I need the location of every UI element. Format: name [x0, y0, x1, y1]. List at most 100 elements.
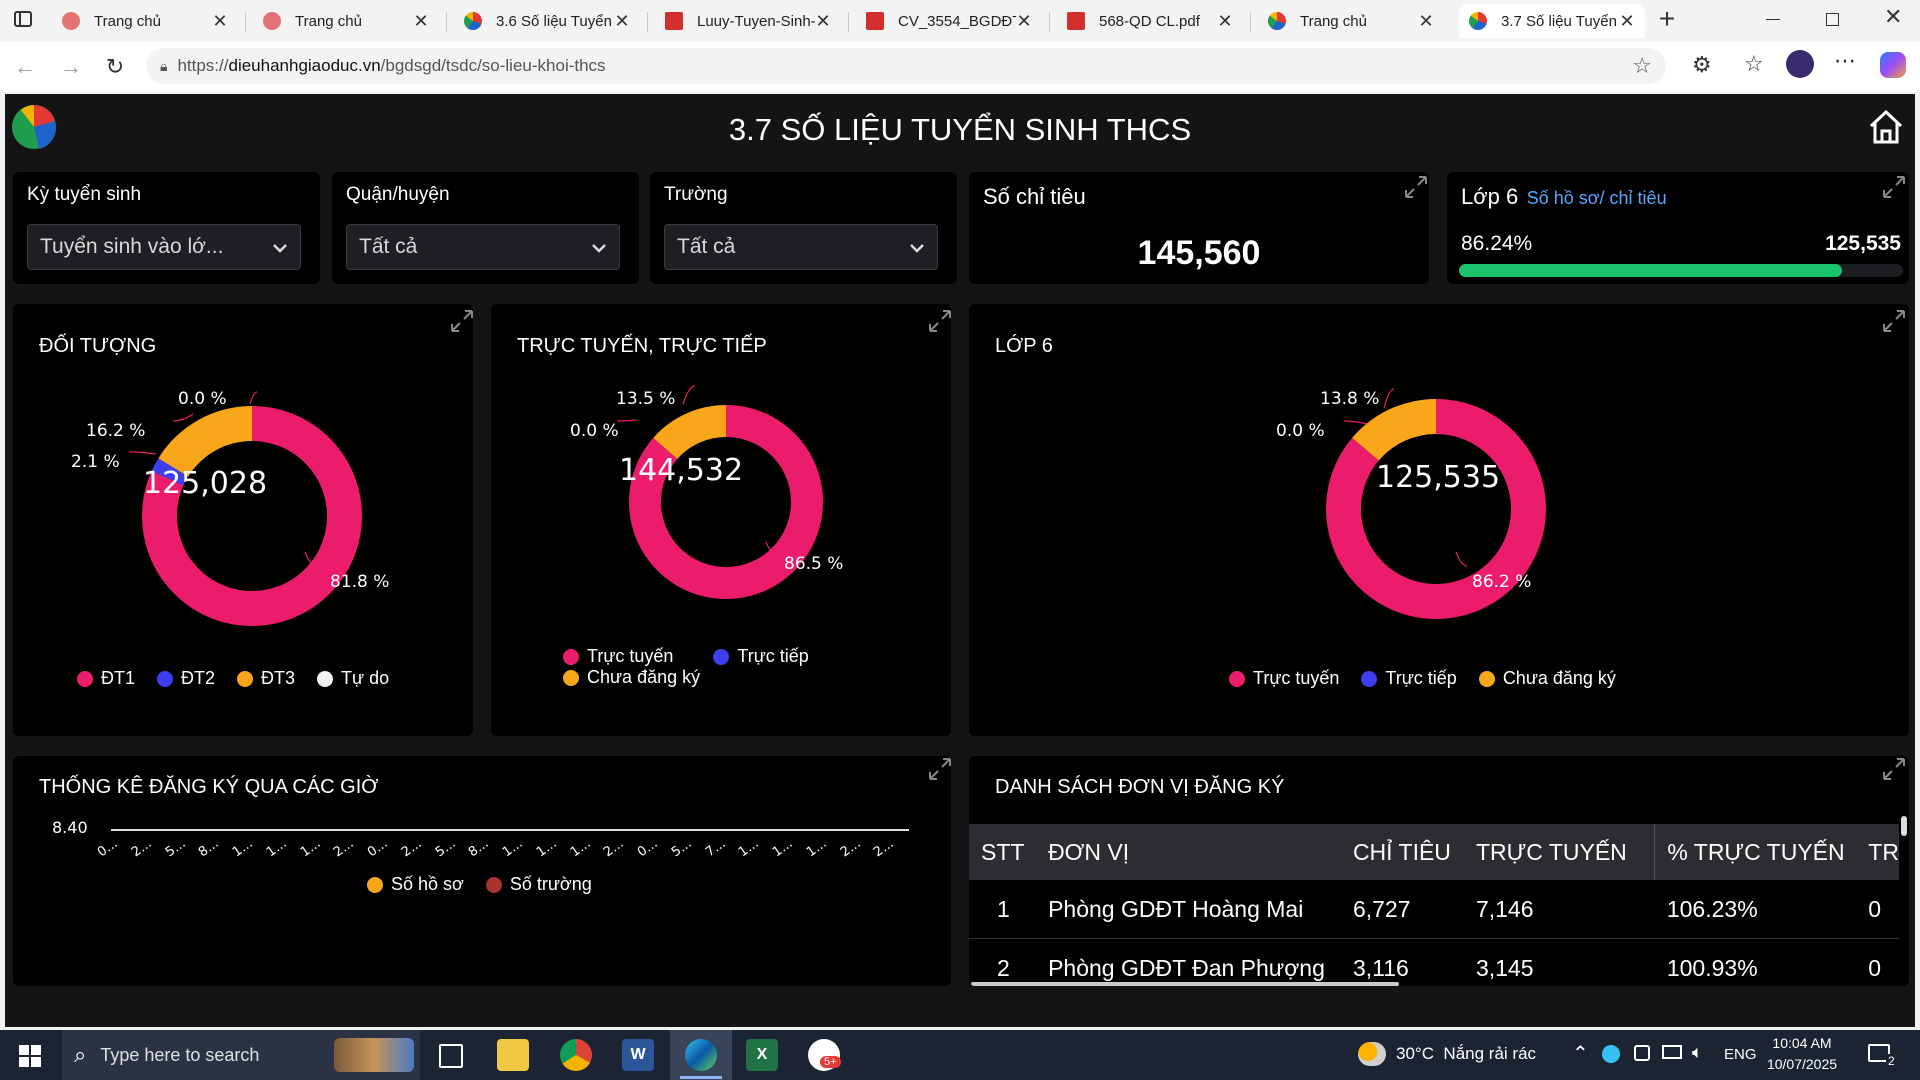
col-pct-truc-tuyen[interactable]: % TRỰC TUYẾN	[1654, 824, 1859, 880]
more-menu-icon[interactable]: ⋯	[1834, 48, 1856, 74]
browser-tab[interactable]: CV_3554_BGDĐT_✕	[856, 4, 1042, 38]
expand-icon[interactable]	[1881, 756, 1907, 782]
browser-tab[interactable]: 3.7 Số liệu Tuyển s ✕	[1459, 4, 1645, 38]
legend-item[interactable]: Số hồ sơ	[367, 874, 464, 895]
expand-icon[interactable]	[1403, 174, 1429, 200]
taskbar-search-box[interactable]: ⌕ Type here to search	[62, 1030, 420, 1080]
tab-title: 3.7 Số liệu Tuyển s	[1501, 12, 1619, 30]
legend-swatch	[1478, 670, 1495, 687]
home-icon[interactable]	[1867, 108, 1905, 146]
col-chi-tieu[interactable]: CHỈ TIÊU	[1352, 824, 1476, 880]
chrome-icon	[263, 12, 281, 30]
legend-item[interactable]: ĐT2	[157, 668, 215, 689]
slice-label: 0.0 %	[570, 421, 619, 441]
site-info-icon[interactable]: 🔒︎	[160, 58, 167, 75]
show-hidden-icons-icon[interactable]: ⌃	[1572, 1041, 1589, 1066]
legend-item[interactable]: ĐT1	[77, 668, 135, 689]
close-tab-icon[interactable]: ✕	[212, 11, 228, 32]
legend-swatch	[563, 648, 579, 665]
close-tab-icon[interactable]: ✕	[1016, 11, 1032, 32]
table-header-row: STT ĐƠN VỊ CHỈ TIÊU TRỰC TUYẾN % TRỰC TU…	[969, 824, 1899, 880]
clock-time[interactable]: 10:04 AM	[1764, 1035, 1840, 1051]
col-don-vi[interactable]: ĐƠN VỊ	[1048, 824, 1353, 880]
clock-date[interactable]: 10/07/2025	[1764, 1056, 1840, 1072]
excel-icon[interactable]: X	[746, 1039, 778, 1071]
close-window-button[interactable]: ✕	[1884, 4, 1902, 30]
legend-item[interactable]: Trực tuyến	[1229, 668, 1339, 689]
expand-icon[interactable]	[1881, 174, 1907, 200]
close-tab-icon[interactable]: ✕	[1418, 11, 1434, 32]
legend-item[interactable]: Tự do	[317, 668, 389, 689]
browser-tab[interactable]: 568-QD CL.pdf ✕	[1057, 4, 1243, 38]
close-tab-icon[interactable]: ✕	[1217, 11, 1233, 32]
legend-swatch	[1361, 670, 1378, 687]
browser-tab[interactable]: Trang chủ ✕	[52, 4, 238, 38]
app-logo-icon	[1469, 12, 1487, 30]
word-icon[interactable]: W	[622, 1039, 654, 1071]
app-logo-icon	[464, 12, 482, 30]
legend-label: ĐT3	[261, 668, 296, 688]
slice-label: 81.8 %	[330, 572, 390, 592]
weather-text[interactable]: 30°C Nắng rải rác	[1396, 1044, 1536, 1064]
browser-tab[interactable]: Trang chủ ✕	[1258, 4, 1444, 38]
legend-item[interactable]: Chưa đăng ký	[1478, 668, 1616, 689]
expand-icon[interactable]	[927, 756, 953, 782]
ky-tuyen-sinh-select[interactable]: Tuyển sinh vào lớ...	[27, 224, 301, 270]
forward-button[interactable]: →	[56, 52, 86, 82]
minimize-button[interactable]	[1766, 19, 1780, 20]
tray-app-icon[interactable]	[1634, 1045, 1650, 1061]
copilot-icon[interactable]	[1880, 52, 1906, 78]
browser-tab[interactable]: 3.6 Số liệu Tuyển s ✕	[454, 4, 640, 38]
tab-actions-icon[interactable]	[14, 11, 32, 27]
back-button[interactable]: ←	[10, 52, 40, 82]
legend-item[interactable]: Trực tiếp	[713, 646, 809, 667]
legend-item[interactable]: ĐT3	[237, 668, 295, 689]
profile-avatar[interactable]	[1786, 50, 1814, 78]
file-explorer-icon[interactable]	[497, 1039, 529, 1071]
volume-icon[interactable]: 🔈︎	[1692, 1042, 1703, 1063]
language-indicator[interactable]: ENG	[1724, 1046, 1757, 1063]
truong-select[interactable]: Tất cả	[664, 224, 938, 270]
close-tab-icon[interactable]: ✕	[413, 11, 429, 32]
weather-icon[interactable]	[1358, 1042, 1386, 1066]
horizontal-scrollbar[interactable]	[971, 982, 1399, 986]
chrome-icon[interactable]	[560, 1039, 592, 1071]
select-value: Tất cả	[359, 235, 418, 258]
x-tick-label: 5...	[162, 836, 189, 861]
browser-tab[interactable]: Trang chủ ✕	[253, 4, 439, 38]
restore-button[interactable]	[1826, 13, 1839, 26]
edge-icon[interactable]	[685, 1039, 717, 1071]
col-stt[interactable]: STT	[969, 824, 1049, 880]
close-tab-icon[interactable]: ✕	[614, 11, 630, 32]
table-row[interactable]: 2 Phòng GDĐT Đan Phượng 3,116 3,145 100.…	[969, 938, 1899, 986]
close-tab-icon[interactable]: ✕	[815, 11, 831, 32]
slice-label: 86.2 %	[1472, 572, 1532, 592]
x-tick-label: 0...	[635, 836, 661, 861]
browser-tab[interactable]: Luuy-Tuyen-Sinh-(✕	[655, 4, 841, 38]
close-tab-icon[interactable]: ✕	[1619, 11, 1635, 32]
legend-item[interactable]: Số trường	[485, 874, 592, 895]
vertical-scrollbar[interactable]	[1901, 816, 1907, 836]
legend-item[interactable]: Chưa đăng ký	[563, 667, 700, 688]
favorite-star-icon[interactable]: ☆	[1632, 53, 1652, 79]
col-truc-tuyen[interactable]: TRỰC TUYẾN	[1475, 824, 1655, 880]
slice-label: 0.0 %	[1276, 421, 1325, 441]
network-icon[interactable]	[1662, 1045, 1682, 1059]
edge-tray-icon[interactable]	[1602, 1045, 1620, 1063]
filter-ky-tuyen-sinh: Kỳ tuyển sinh Tuyển sinh vào lớ...	[13, 172, 320, 284]
x-tick-label: 2...	[128, 836, 155, 861]
windows-start-icon[interactable]	[19, 1045, 41, 1067]
url-input[interactable]: 🔒︎ https://dieuhanhgiaoduc.vn/bgdsgd/tsd…	[146, 48, 1666, 84]
reload-button[interactable]: ↻	[100, 52, 130, 82]
x-tick-label: 0...	[95, 836, 121, 861]
legend-item[interactable]: Trực tuyến	[563, 646, 673, 667]
col-truc-tiep[interactable]: TR	[1858, 824, 1899, 880]
new-tab-button[interactable]: +	[1652, 4, 1682, 34]
favorites-icon[interactable]: ☆	[1744, 51, 1764, 77]
extensions-icon[interactable]: ⚙	[1692, 52, 1712, 78]
panel-title: DANH SÁCH ĐƠN VỊ ĐĂNG KÝ	[995, 776, 1285, 798]
legend-item[interactable]: Trực tiếp	[1361, 668, 1457, 689]
quan-huyen-select[interactable]: Tất cả	[346, 224, 620, 270]
task-view-icon[interactable]	[439, 1044, 463, 1068]
table-row[interactable]: 1 Phòng GDĐT Hoàng Mai 6,727 7,146 106.2…	[969, 880, 1899, 939]
